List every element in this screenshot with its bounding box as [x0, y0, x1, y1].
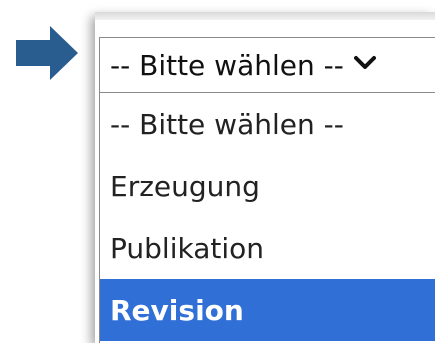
dropdown-listbox: -- Bitte wählen -- Erzeugung Publikation…: [99, 93, 435, 343]
option-label: Erzeugung: [110, 169, 260, 203]
status-select[interactable]: -- Bitte wählen --: [99, 37, 435, 93]
option-label: -- Bitte wählen --: [110, 107, 344, 141]
arrow-right-icon: [16, 26, 78, 80]
option-publikation[interactable]: Publikation: [100, 217, 435, 279]
select-value: -- Bitte wählen --: [110, 48, 344, 82]
screenshot-stage: -- Bitte wählen -- -- Bitte wählen -- Er…: [0, 0, 435, 343]
panel-top-border: [95, 12, 435, 20]
option-erzeugung[interactable]: Erzeugung: [100, 155, 435, 217]
option-bitte-waehlen[interactable]: -- Bitte wählen --: [100, 93, 435, 155]
option-label: Revision: [110, 293, 244, 327]
option-revision[interactable]: Revision: [100, 279, 435, 341]
dropdown-panel: -- Bitte wählen -- -- Bitte wählen -- Er…: [95, 12, 435, 343]
option-label: Publikation: [110, 231, 264, 265]
chevron-down-icon[interactable]: [353, 55, 376, 71]
